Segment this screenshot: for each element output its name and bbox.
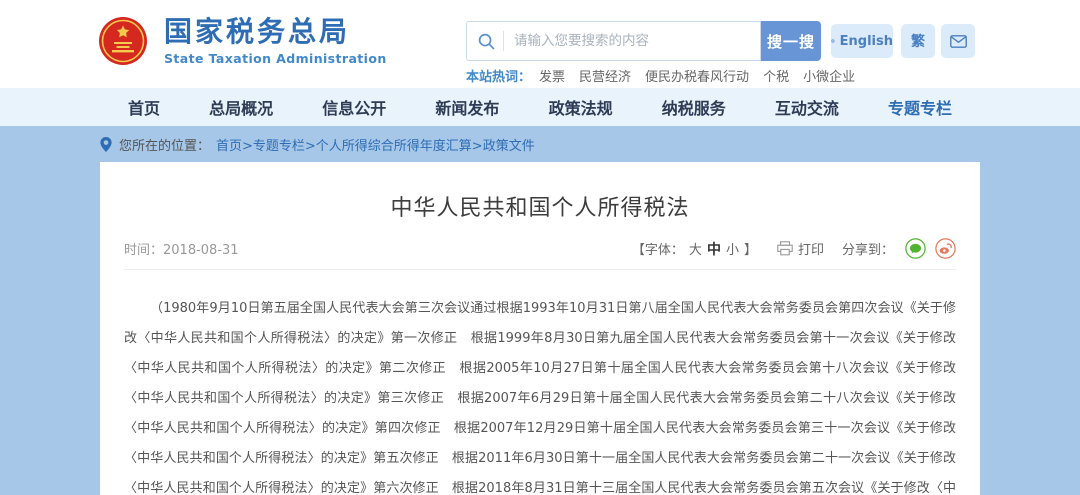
nav-item-home[interactable]: 首页 [128,95,160,119]
national-emblem-icon [98,16,148,66]
hotword-link[interactable]: 民营经济 [579,66,631,85]
nav-item-tax-service[interactable]: 纳税服务 [662,95,726,119]
share-label: 分享到： [842,239,894,258]
site-logo[interactable]: 国家税务总局 State Taxation Administration [98,16,387,66]
nav-item-news[interactable]: 新闻发布 [435,95,499,119]
search-button[interactable]: 搜一搜 [761,21,821,61]
wechat-share-icon[interactable] [905,238,926,259]
article-date: 时间：2018-08-31 [124,239,239,258]
hotwords-bar: 本站热词： 发票 民营经济 便民办税春风行动 个税 小微企业 [466,66,869,85]
page-body: 您所在的位置： 首页>专题专栏>个人所得综合所得年度汇算>政策文件 中华人民共和… [0,126,1080,495]
article-meta-row: 时间：2018-08-31 【字体： 大 中 小 】 打印 [124,238,956,259]
font-large-button[interactable]: 大 [689,239,702,258]
hotword-link[interactable]: 个税 [763,66,789,85]
search-input[interactable] [504,22,760,60]
printer-icon [777,241,793,256]
mail-icon [950,35,967,48]
traditional-label: 繁 [911,31,925,51]
article-body-text: （1980年9月10日第五届全国人民代表大会第三次会议通过根据1993年10月3… [124,270,956,495]
breadcrumb: 您所在的位置： 首页>专题专栏>个人所得综合所得年度汇算>政策文件 [0,126,1080,162]
site-subtitle: State Taxation Administration [164,51,387,66]
english-button[interactable]: English [831,24,893,58]
print-button[interactable]: 打印 [777,239,824,258]
font-ctl-open: 【字体： [632,239,684,258]
font-ctl-close: 】 [744,239,757,258]
nav-item-special-topics[interactable]: 专题专栏 [888,95,952,119]
nav-item-disclosure[interactable]: 信息公开 [322,95,386,119]
font-medium-button[interactable]: 中 [707,239,721,259]
date-label: 时间： [124,243,163,258]
font-size-control: 【字体： 大 中 小 】 [632,239,757,259]
nav-item-policy[interactable]: 政策法规 [549,95,613,119]
mail-button[interactable] [941,24,975,58]
font-small-button[interactable]: 小 [726,239,739,258]
breadcrumb-path[interactable]: 首页>专题专栏>个人所得综合所得年度汇算>政策文件 [216,135,535,154]
hotword-link[interactable]: 小微企业 [803,66,855,85]
article-title: 中华人民共和国个人所得税法 [100,162,980,222]
site-title: 国家税务总局 [164,17,387,47]
traditional-chinese-button[interactable]: 繁 [901,24,935,58]
search-icon [467,31,504,51]
site-header: 国家税务总局 State Taxation Administration 搜一搜… [0,0,1080,88]
hotword-link[interactable]: 发票 [539,66,565,85]
article-card: 中华人民共和国个人所得税法 时间：2018-08-31 【字体： 大 中 小 】 [100,162,980,495]
main-nav: 首页 总局概况 信息公开 新闻发布 政策法规 纳税服务 互动交流 专题专栏 [0,88,1080,126]
hotword-link[interactable]: 便民办税春风行动 [645,66,749,85]
nav-item-interaction[interactable]: 互动交流 [775,95,839,119]
globe-icon [831,34,835,48]
hotwords-label: 本站热词： [466,66,531,85]
search-box [466,21,761,61]
weibo-share-icon[interactable] [935,238,956,259]
date-value: 2018-08-31 [163,243,239,258]
english-label: English [840,34,893,49]
print-label: 打印 [798,239,824,258]
nav-item-overview[interactable]: 总局概况 [209,95,273,119]
breadcrumb-label: 您所在的位置： [119,135,210,154]
location-pin-icon [100,137,112,152]
